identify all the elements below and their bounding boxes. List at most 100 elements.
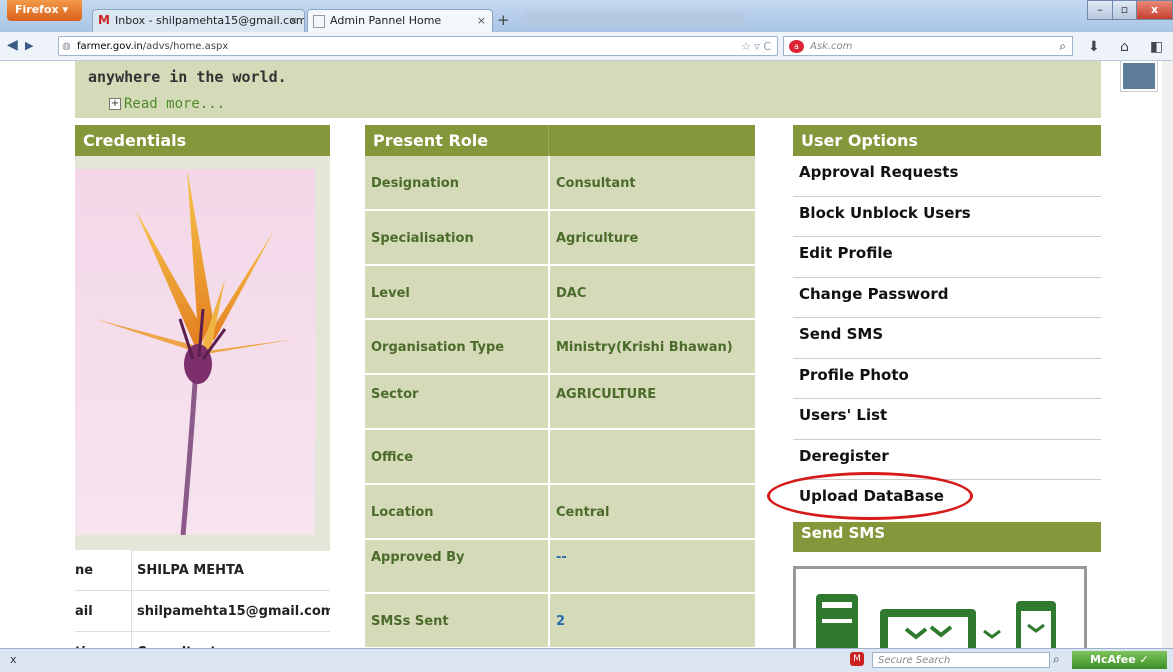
table-row: SMSs Sent 2 [365, 594, 755, 648]
user-options-menu: Approval Requests Block Unblock Users Ed… [793, 156, 1101, 521]
firefox-menu-button[interactable]: Firefox ▾ [7, 0, 82, 21]
table-row: Level DAC [365, 265, 755, 321]
tab-inbox[interactable]: M Inbox - shilpamehta15@gmail.com - ... … [92, 9, 305, 32]
row-value: Central [556, 504, 610, 520]
intro-panel: anywhere in the world. + Read more... [75, 61, 1101, 118]
credentials-table: ne SHILPA MEHTA ail shilpamehta15@gmail.… [75, 550, 330, 648]
globe-icon: ◍ [62, 41, 71, 52]
user-options-header: User Options [793, 125, 1101, 156]
row-value: Consultant [556, 176, 636, 191]
browser-titlebar: Firefox ▾ M Inbox - shilpamehta15@gmail.… [0, 0, 1173, 32]
row-key: Designation [371, 176, 459, 191]
menu-item-send-sms[interactable]: Send SMS [793, 318, 1101, 359]
download-icon[interactable]: ⬇ [1088, 39, 1100, 55]
sms-devices-illustration [816, 594, 1056, 648]
table-row: Sector AGRICULTURE [365, 375, 755, 430]
row-value: 2 [556, 614, 566, 630]
row-key: Office [371, 449, 414, 465]
read-more-link[interactable]: Read more... [124, 96, 225, 112]
table-row: Office [365, 429, 755, 485]
menu-item-profile-photo[interactable]: Profile Photo [793, 358, 1101, 399]
mcafee-button[interactable]: McAfee ✓ [1072, 651, 1167, 669]
menu-item-change-password[interactable]: Change Password [793, 277, 1101, 318]
profile-photo [75, 169, 315, 535]
menu-item-edit-profile[interactable]: Edit Profile [793, 237, 1101, 278]
mcafee-label: McAfee [1090, 653, 1136, 666]
menu-item-approval-requests[interactable]: Approval Requests [793, 156, 1101, 197]
firefox-menu-label: Firefox [15, 3, 59, 16]
row-key: ti [75, 632, 130, 648]
intro-text: anywhere in the world. [88, 68, 287, 86]
row-key: Specialisation [371, 230, 474, 246]
row-value: SHILPA MEHTA [131, 550, 330, 590]
send-sms-banner[interactable] [793, 566, 1087, 648]
table-row: Designation Consultant [365, 156, 755, 211]
close-addon-bar-icon[interactable]: x [10, 653, 17, 666]
search-icon[interactable]: ⌕ [1059, 37, 1066, 56]
present-role-header: Present Role [365, 125, 755, 156]
tab-admin-panel[interactable]: Admin Pannel Home × [307, 9, 493, 32]
table-row: Specialisation Agriculture [365, 210, 755, 266]
row-value: Ministry(Krishi Bhawan) [556, 340, 733, 356]
tab-inbox-label: Inbox - shilpamehta15@gmail.com - ... [115, 14, 305, 27]
credentials-header: Credentials [75, 125, 330, 156]
back-arrow-icon[interactable]: ◀ [7, 37, 18, 53]
table-row: Approved By -- [365, 539, 755, 595]
row-key: ail [75, 591, 130, 631]
navigation-bar: ◀ ▶ ◍ farmer.gov.in/advs/home.aspx ☆ ▿ C… [0, 32, 1173, 61]
row-key: SMSs Sent [371, 614, 449, 630]
row-key: Sector [371, 387, 419, 403]
highlight-circle [767, 472, 973, 520]
close-window-button[interactable]: x [1136, 0, 1173, 20]
row-value: Consultant [131, 632, 330, 648]
row-key: ne [75, 550, 130, 590]
row-key: Approved By [371, 549, 465, 565]
row-value: AGRICULTURE [556, 387, 657, 403]
row-value: -- [556, 549, 567, 565]
url-bar[interactable]: ◍ farmer.gov.in/advs/home.aspx ☆ ▿ C [58, 36, 778, 56]
gmail-icon: M [98, 13, 110, 27]
new-tab-button[interactable]: + [497, 11, 513, 30]
table-row: ne SHILPA MEHTA [75, 550, 330, 591]
url-host: farmer.gov.in [77, 41, 143, 52]
page-scrollbar[interactable] [1162, 61, 1173, 648]
forward-arrow-icon[interactable]: ▶ [25, 39, 33, 52]
search-placeholder: Ask.com [810, 41, 853, 52]
row-key: Location [371, 504, 434, 520]
table-row: Organisation Type Ministry(Krishi Bhawan) [365, 320, 755, 376]
page-icon [313, 15, 325, 28]
send-sms-header: Send SMS [793, 522, 1101, 552]
maximize-button[interactable]: ▫ [1112, 0, 1137, 20]
search-box[interactable]: a Ask.com ⌕ [783, 36, 1073, 56]
secure-search-input[interactable]: Secure Search [872, 652, 1050, 668]
menu-item-block-unblock-users[interactable]: Block Unblock Users [793, 196, 1101, 237]
blurred-tab [523, 12, 743, 26]
tab-admin-panel-label: Admin Pannel Home [330, 14, 442, 27]
row-value: shilpamehta15@gmail.com [131, 591, 330, 631]
row-key: Level [371, 285, 410, 301]
bookmark-star-icon[interactable]: ☆ ▿ C [741, 37, 771, 56]
expand-plus-icon[interactable]: + [109, 98, 121, 110]
home-icon[interactable]: ⌂ [1120, 39, 1129, 55]
table-row: ti Consultant [75, 632, 330, 648]
present-role-table: Present Role Designation Consultant Speci… [365, 125, 755, 648]
ask-logo-icon: a [789, 40, 804, 53]
secure-search-placeholder: Secure Search [878, 655, 951, 666]
search-icon[interactable]: ⌕ [1053, 652, 1060, 667]
url-path: /advs/home.aspx [142, 41, 229, 52]
mcafee-shield-icon[interactable]: M [850, 652, 864, 666]
side-widget[interactable] [1121, 61, 1157, 91]
header-divider [548, 125, 549, 156]
row-key: Organisation Type [371, 340, 505, 356]
present-role-title: Present Role [373, 131, 489, 150]
row-value: DAC [556, 285, 587, 301]
menu-item-users-list[interactable]: Users' List [793, 399, 1101, 440]
table-row: Location Central [365, 484, 755, 540]
row-value: Agriculture [556, 230, 639, 246]
close-tab-icon[interactable]: × [477, 10, 486, 31]
minimize-button[interactable]: – [1087, 0, 1113, 20]
table-row: ail shilpamehta15@gmail.com [75, 591, 330, 632]
close-tab-icon[interactable]: × [289, 10, 298, 31]
addon-icon[interactable]: ◧ [1150, 39, 1163, 55]
status-bar: x M Secure Search ⌕ McAfee ✓ [0, 648, 1173, 672]
